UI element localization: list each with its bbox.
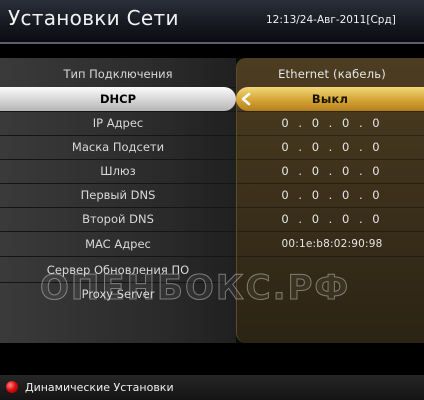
setting-label: Шлюз <box>100 164 136 178</box>
setting-label: IP Адрес <box>92 116 144 130</box>
header-bar: Установки Сети 12:13/24-Авг-2011[Срд] <box>0 0 424 44</box>
setting-value[interactable]: Ethernet (кабель) <box>240 62 424 86</box>
setting-label: Первый DNS <box>80 188 156 202</box>
setting-row-dhcp[interactable]: DHCP Выкл <box>0 87 424 111</box>
setting-label: Маска Подсети <box>71 140 165 154</box>
page-title: Установки Сети <box>8 6 179 30</box>
chevron-left-icon[interactable] <box>240 92 252 106</box>
setting-row-mac-address[interactable]: MAC Адрес 00:1e:b8:02:90:98 <box>0 232 424 256</box>
setting-label: DHCP <box>0 87 236 111</box>
setting-value[interactable]: Выкл <box>236 87 424 111</box>
watermark: ОПЕНБОКС.РФ <box>40 268 351 309</box>
setting-row-connection-type[interactable]: Тип Подключения Ethernet (кабель) <box>0 62 424 86</box>
setting-row-ip-address[interactable]: IP Адрес 0 . 0 . 0 . 0 <box>0 111 424 135</box>
footer-bar: Динамические Установки <box>0 375 424 400</box>
date-time: 12:13/24-Авг-2011[Срд] <box>266 14 396 26</box>
setting-row-gateway[interactable]: Шлюз 0 . 0 . 0 . 0 <box>0 159 424 183</box>
setting-value[interactable]: 0 . 0 . 0 . 0 <box>240 135 424 159</box>
red-button-icon[interactable] <box>6 381 18 393</box>
setting-value: 00:1e:b8:02:90:98 <box>281 238 383 250</box>
setting-row-primary-dns[interactable]: Первый DNS 0 . 0 . 0 . 0 <box>0 183 424 207</box>
setting-label: MAC Адрес <box>85 237 151 251</box>
setting-value[interactable]: 0 . 0 . 0 . 0 <box>240 159 424 183</box>
setting-value[interactable]: 0 . 0 . 0 . 0 <box>240 207 424 231</box>
footer-hint-label: Динамические Установки <box>25 381 174 394</box>
setting-value[interactable]: 0 . 0 . 0 . 0 <box>240 111 424 135</box>
setting-row-secondary-dns[interactable]: Второй DNS 0 . 0 . 0 . 0 <box>0 207 424 231</box>
setting-row-subnet-mask[interactable]: Маска Подсети 0 . 0 . 0 . 0 <box>0 135 424 159</box>
setting-label: Второй DNS <box>82 212 154 226</box>
setting-label: Тип Подключения <box>63 67 173 81</box>
setting-value[interactable]: 0 . 0 . 0 . 0 <box>240 183 424 207</box>
